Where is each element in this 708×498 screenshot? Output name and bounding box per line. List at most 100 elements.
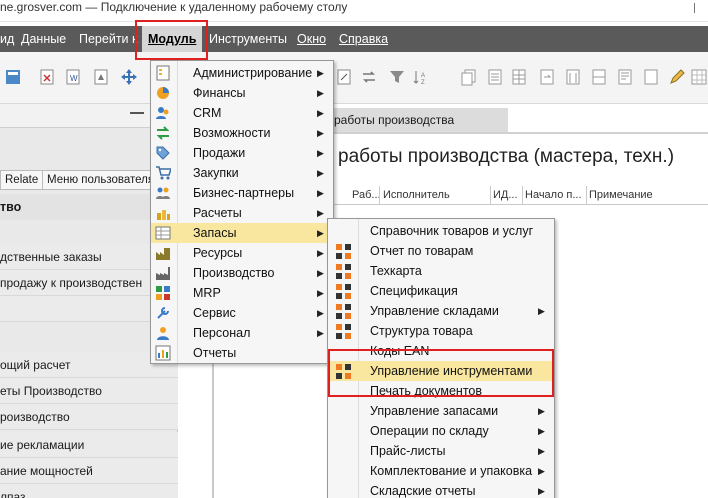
partners-icon (156, 187, 170, 199)
inv-item-specification[interactable]: Спецификация (328, 281, 554, 301)
module-item-finance[interactable]: Финансы ▶ (151, 83, 333, 103)
tab-user-menu[interactable]: Меню пользователя (42, 170, 160, 190)
submenu-arrow-icon: ▶ (317, 288, 324, 298)
admin-icon (156, 65, 170, 81)
filter-icon[interactable] (388, 68, 406, 86)
submenu-arrow-icon: ▶ (538, 306, 545, 316)
service-icon (157, 307, 169, 319)
menu-data[interactable]: Данные (21, 26, 66, 52)
pencil-icon[interactable] (668, 68, 686, 86)
inv-item-ean-codes[interactable]: Коды EAN (328, 341, 554, 361)
report-icon (336, 244, 351, 259)
sort-icon[interactable]: AZ (412, 68, 430, 86)
svg-text:A: A (421, 73, 425, 79)
submenu-arrow-icon: ▶ (317, 168, 324, 178)
module-item-production[interactable]: Производство ▶ (151, 263, 333, 283)
module-item-service[interactable]: Сервис ▶ (151, 303, 333, 323)
reports-icon (155, 345, 171, 361)
doc-split-icon[interactable] (590, 68, 608, 86)
delete-doc-icon[interactable] (38, 68, 56, 86)
tab-relate[interactable]: Relate (0, 170, 44, 190)
menu-help[interactable]: Справка (339, 26, 388, 52)
resources-icon (156, 248, 170, 260)
refresh-icon[interactable] (360, 68, 378, 86)
opportunities-icon (156, 126, 170, 140)
inv-item-warehouse-ops[interactable]: Операции по складу ▶ (328, 421, 554, 441)
move-icon[interactable] (120, 68, 138, 86)
inv-item-warehouse-mgmt[interactable]: Управление складами ▶ (328, 301, 554, 321)
menu-window[interactable]: Окно (297, 26, 326, 52)
module-item-administration[interactable]: Администрирование ▶ (151, 63, 333, 83)
module-item-business-partners[interactable]: Бизнес-партнеры ▶ (151, 183, 333, 203)
menu-view[interactable]: ид (0, 26, 14, 52)
mrp-icon (156, 286, 170, 300)
doc-list-icon[interactable] (486, 68, 504, 86)
module-item-inventory[interactable]: Запасы ▶ (151, 223, 333, 243)
report-icon (336, 284, 351, 299)
doc-lines-icon[interactable] (616, 68, 634, 86)
doc-grid-icon[interactable] (564, 68, 582, 86)
submenu-arrow-icon: ▶ (538, 426, 545, 436)
doc-icon[interactable] (642, 68, 660, 86)
svg-text:Z: Z (421, 80, 425, 86)
nav-item-production-reports[interactable]: еты Производство (0, 378, 178, 404)
module-item-personnel[interactable]: Персонал ▶ (151, 323, 333, 343)
column-header-start[interactable]: Начало п... (523, 186, 587, 204)
copy-doc-icon[interactable] (460, 68, 478, 86)
submenu-arrow-icon: ▶ (317, 68, 324, 78)
column-header-work[interactable]: Раб... (350, 186, 380, 204)
nav-item-capacity[interactable]: ание мощностей (0, 458, 178, 484)
crm-icon (156, 107, 169, 119)
module-item-sales[interactable]: Продажи ▶ (151, 143, 333, 163)
menu-goto[interactable]: Перейти к (79, 26, 137, 52)
menu-module[interactable]: Модуль (142, 26, 202, 52)
payments-icon (157, 210, 170, 220)
column-header-id[interactable]: ИД... (491, 186, 523, 204)
inv-item-picking-packing[interactable]: Комплектование и упаковка ▶ (328, 461, 554, 481)
column-header-note[interactable]: Примечание (587, 186, 697, 204)
report-icon (336, 264, 351, 279)
column-header-executor[interactable]: Исполнитель (381, 186, 491, 204)
inv-item-structure[interactable]: Структура товара (328, 321, 554, 341)
inv-item-item-report[interactable]: Отчет по товарам (328, 241, 554, 261)
column-header-divider (328, 204, 708, 205)
menu-tools[interactable]: Инструменты (209, 26, 287, 52)
grid-icon[interactable] (690, 68, 708, 86)
submenu-arrow-icon: ▶ (317, 268, 324, 278)
module-item-mrp[interactable]: MRP ▶ (151, 283, 333, 303)
inv-item-catalog[interactable]: Справочник товаров и услуг (328, 221, 554, 241)
personnel-icon (157, 327, 169, 340)
module-item-purchasing[interactable]: Закупки ▶ (151, 163, 333, 183)
submenu-arrow-icon: ▶ (538, 406, 545, 416)
inv-item-stock-mgmt[interactable]: Управление запасами ▶ (328, 401, 554, 421)
inv-item-print-docs[interactable]: Печать документов (328, 381, 554, 401)
calculator-icon[interactable] (4, 68, 22, 86)
nav-item-complaints[interactable]: ие рекламации (0, 432, 178, 458)
submenu-arrow-icon: ▶ (317, 208, 324, 218)
document-tab[interactable]: работы производства (328, 108, 508, 132)
doc-arrow-icon[interactable] (538, 68, 556, 86)
doc-table-icon[interactable] (510, 68, 528, 86)
module-item-payments[interactable]: Расчеты ▶ (151, 203, 333, 223)
edit-doc-icon[interactable] (335, 68, 353, 86)
submenu-arrow-icon: ▶ (317, 108, 324, 118)
nav-item-production[interactable]: роизводство (0, 404, 178, 430)
submenu-arrow-icon: ▶ (317, 88, 324, 98)
window-title: ne.grosver.com — Подключение к удаленном… (0, 0, 348, 14)
word-export-icon[interactable]: W (64, 68, 82, 86)
production-icon (156, 267, 170, 280)
module-item-opportunities[interactable]: Возможности ▶ (151, 123, 333, 143)
nav-item-stock[interactable]: лпаз (0, 484, 178, 498)
submenu-arrow-icon: ▶ (538, 486, 545, 496)
module-item-resources[interactable]: Ресурсы ▶ (151, 243, 333, 263)
inv-item-warehouse-reports[interactable]: Складские отчеты ▶ (328, 481, 554, 498)
inv-item-tools-mgmt[interactable]: Управление инструментами (328, 361, 554, 381)
minimize-panel-button[interactable] (130, 112, 144, 114)
inventory-submenu: Справочник товаров и услуг Отчет по това… (327, 218, 555, 498)
report-icon (336, 364, 351, 379)
module-item-crm[interactable]: CRM ▶ (151, 103, 333, 123)
pdf-export-icon[interactable] (92, 68, 110, 86)
inv-item-price-lists[interactable]: Прайс-листы ▶ (328, 441, 554, 461)
module-item-reports[interactable]: Отчеты (151, 343, 333, 363)
inv-item-techcard[interactable]: Техкарта (328, 261, 554, 281)
